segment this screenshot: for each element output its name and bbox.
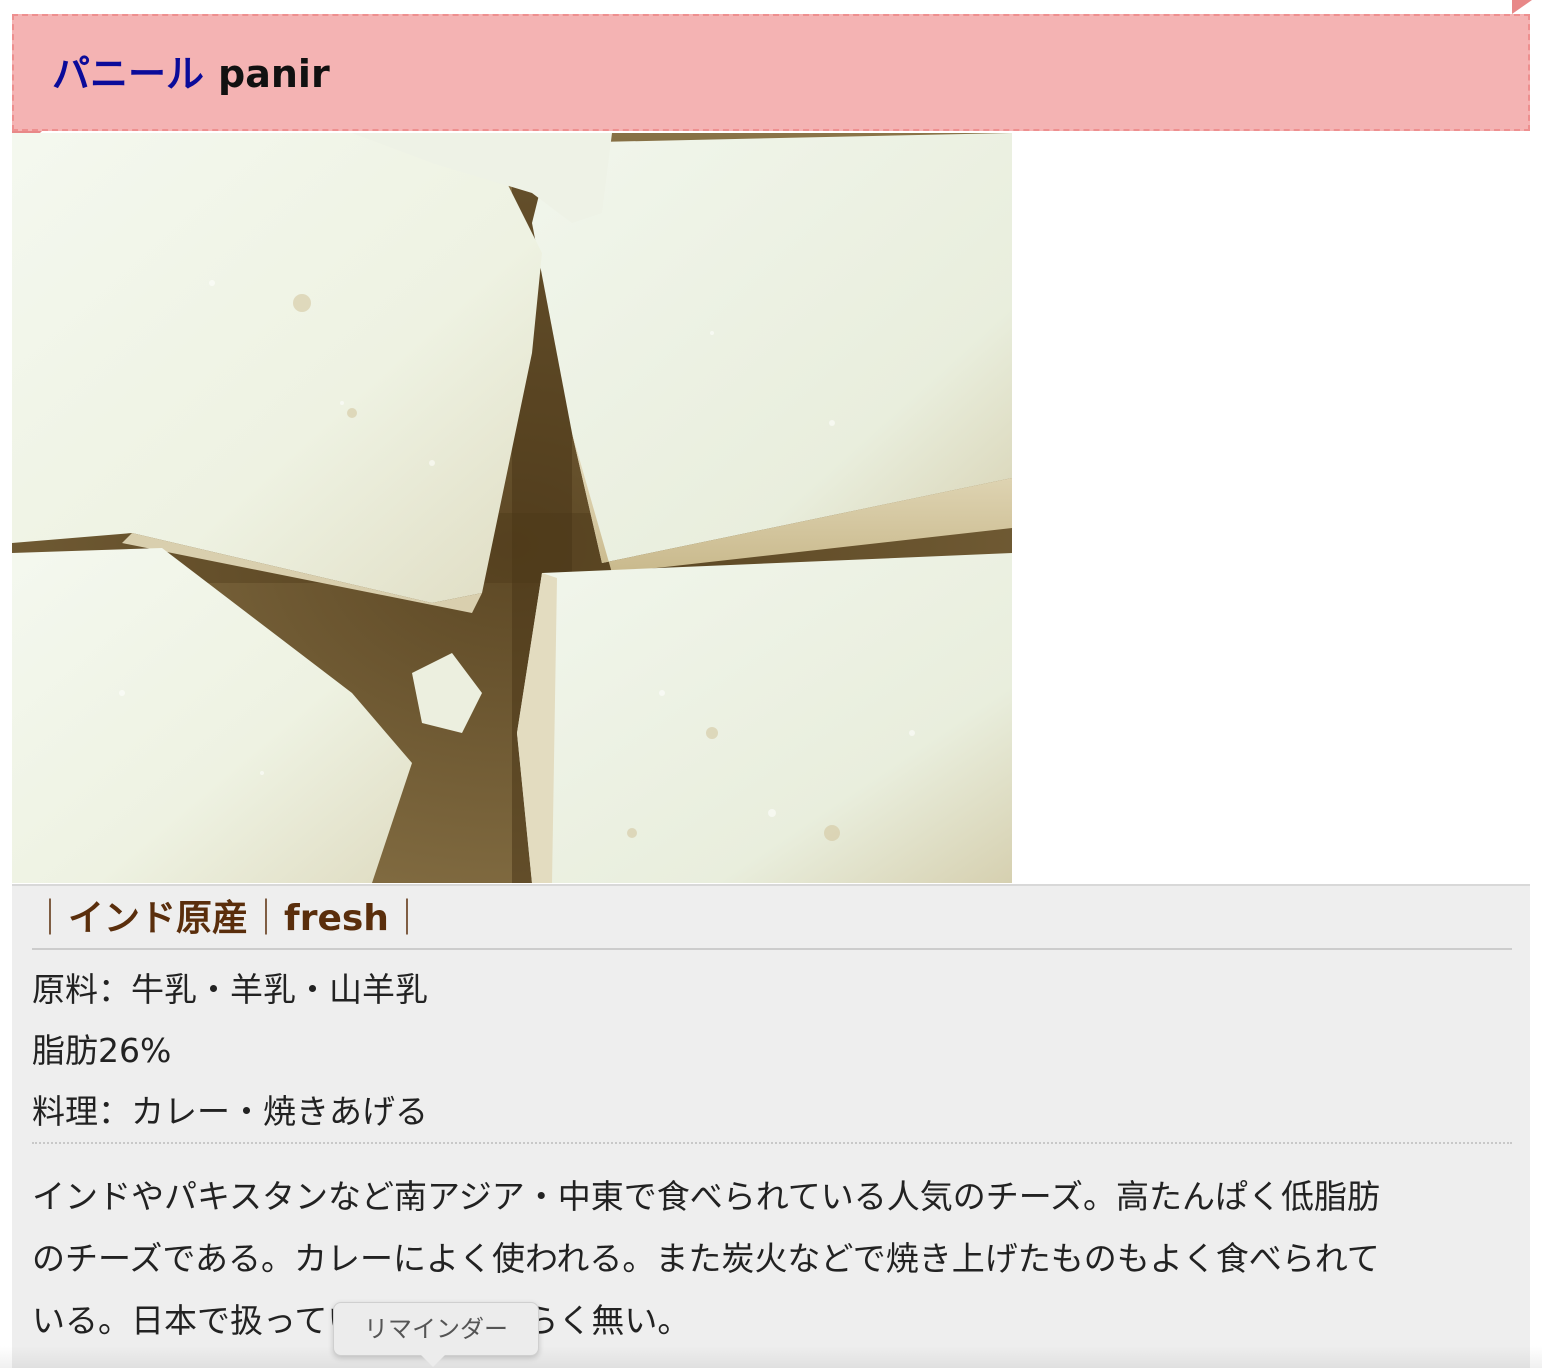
spec-cooking: 料理：カレー・焼きあげる bbox=[32, 1092, 428, 1131]
description-line: インドやパキスタンなど南アジア・中東で食べられている人気のチーズ。高たんぱく低脂… bbox=[32, 1177, 1381, 1216]
tag-separator: ｜ bbox=[388, 898, 425, 939]
tag-separator: ｜ bbox=[32, 898, 69, 939]
tag-line: ｜インド原産｜fresh｜ bbox=[32, 894, 425, 944]
cheese-info-panel: ｜インド原産｜fresh｜ 原料：牛乳・羊乳・山羊乳 脂肪26% 料理：カレー・… bbox=[12, 884, 1530, 1368]
divider bbox=[32, 948, 1512, 950]
tag-type: fresh bbox=[284, 898, 389, 939]
title-english: panir bbox=[218, 52, 330, 96]
tag-origin: インド原産 bbox=[68, 898, 249, 939]
ribbon-fold-top-right bbox=[1512, 0, 1532, 14]
bottom-shadow bbox=[0, 1346, 1542, 1368]
description: インドやパキスタンなど南アジア・中東で食べられている人気のチーズ。高たんぱく低脂… bbox=[32, 1166, 1512, 1352]
page-title: パニール panir bbox=[52, 50, 330, 98]
cheese-photo-image bbox=[12, 133, 1012, 883]
spec-ingredients: 原料：牛乳・羊乳・山羊乳 bbox=[32, 970, 428, 1009]
description-line: いる。日本で扱っているのはおそらく無い。 bbox=[32, 1290, 1512, 1352]
tag-separator: ｜ bbox=[248, 898, 285, 939]
reminder-tooltip[interactable]: リマインダー bbox=[333, 1302, 539, 1356]
description-line: のチーズである。カレーによく使われる。また炭火などで焼き上げたものもよく食べられ… bbox=[32, 1239, 1380, 1278]
title-japanese: パニール bbox=[52, 52, 205, 96]
spec-fat: 脂肪26% bbox=[32, 1031, 172, 1070]
tooltip-arrow bbox=[421, 1355, 445, 1367]
page: パニール panir ｜インド原産｜fresh｜ 原料：牛乳・羊乳・山羊乳 脂肪… bbox=[0, 0, 1542, 1368]
cheese-photo bbox=[12, 133, 1012, 883]
dotted-divider bbox=[32, 1142, 1512, 1144]
